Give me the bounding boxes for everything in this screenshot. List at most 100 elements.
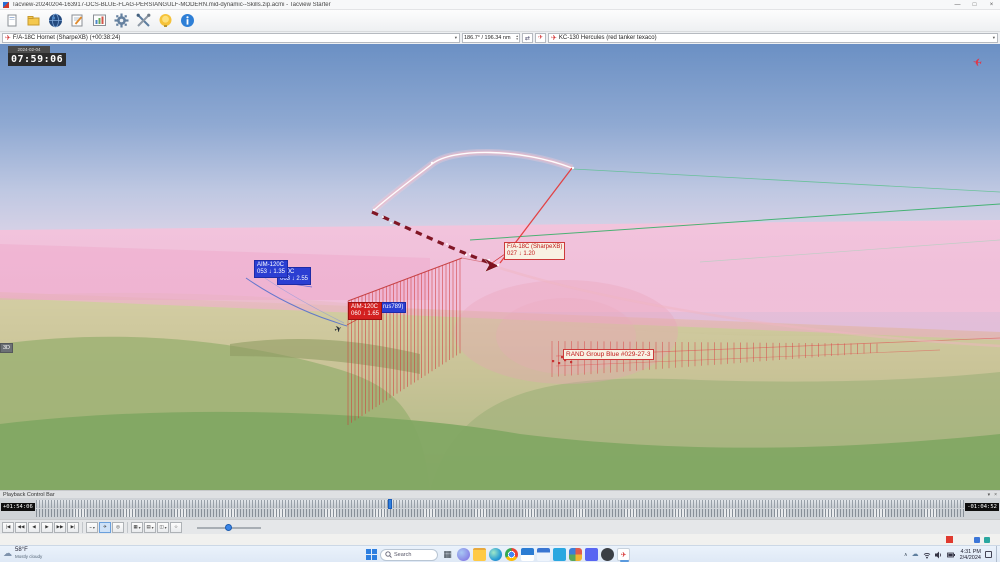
taskbar-search[interactable]: Search <box>380 548 438 561</box>
start-button[interactable] <box>366 549 377 560</box>
orbit-view-button[interactable]: ◎ <box>112 521 124 533</box>
missile-label-aim120-r[interactable]: AIM-120C 060 ↓ 1.65 <box>348 302 383 320</box>
primary-object-label: F/A-18C Hornet (SharpeXB) (+00:38:24) <box>12 35 121 41</box>
title-bar: Tacview-20240204-163917-DCS-BLUE-FLAG-PE… <box>0 0 1000 10</box>
open-file-icon[interactable] <box>25 12 42 29</box>
battery-icon[interactable] <box>946 551 956 559</box>
obs-icon[interactable] <box>601 548 614 561</box>
layers-dropdown[interactable]: ▤ ▾ <box>144 521 156 533</box>
world-view-icon[interactable] <box>47 12 64 29</box>
notification-icon[interactable] <box>984 537 990 543</box>
playback-bar-title[interactable]: Playback Control Bar ▾ × <box>0 490 1000 498</box>
about-info-icon[interactable] <box>179 12 196 29</box>
onedrive-icon[interactable]: ☁ <box>912 551 919 559</box>
tips-bulb-icon[interactable] <box>157 12 174 29</box>
tray-time: 4:31 PM <box>960 548 981 555</box>
fast-rewind-button[interactable]: ◀◀ <box>15 521 27 533</box>
timeline-track-lower[interactable] <box>36 509 964 517</box>
calendar-icon[interactable] <box>537 548 550 561</box>
slider-knob[interactable] <box>225 523 232 531</box>
swap-objects-button[interactable]: ⇄ <box>522 33 533 43</box>
ground-group-label[interactable]: RAND Group Blue #029-27-3 <box>563 349 654 360</box>
close-button[interactable]: × <box>983 0 1000 10</box>
tacview-icon[interactable]: ✈ <box>617 548 630 562</box>
jump-start-button[interactable]: |◀ <box>2 521 14 533</box>
photos-icon[interactable] <box>569 548 582 561</box>
new-file-icon[interactable] <box>3 12 20 29</box>
weather-temp: 58°F <box>15 547 28 553</box>
file-explorer-icon[interactable] <box>473 548 486 561</box>
3d-viewport[interactable]: ✈ ✈ 2024-02-04 07:59:06 3D 120C 063 ↓ 2.… <box>0 44 1000 490</box>
jump-end-button[interactable]: ▶| <box>67 521 79 533</box>
secondary-object-label: KC-130 Hercules (red tanker texaco) <box>558 35 657 41</box>
camera-mode-button[interactable]: ✈ <box>99 521 111 533</box>
tacview-window: Tacview-20240204-163917-DCS-BLUE-FLAG-PE… <box>0 0 1000 562</box>
chevron-down-icon: ▾ <box>454 35 457 40</box>
fast-forward-button[interactable]: ▶▶ <box>54 521 66 533</box>
playback-speed-slider[interactable] <box>197 522 261 533</box>
window-title: Tacview-20240204-163917-DCS-BLUE-FLAG-PE… <box>12 1 331 8</box>
telemetry-notes-icon[interactable] <box>69 12 86 29</box>
timeline-track-upper[interactable] <box>36 500 964 508</box>
sim-clock: 07:59:06 <box>8 53 67 66</box>
separator <box>127 521 128 533</box>
partial-object-label[interactable]: rus789) <box>380 302 407 313</box>
bearing-range-field[interactable]: 186.7° / 196.34 nm ▴ ▾ <box>462 33 520 43</box>
playback-bar-title-text: Playback Control Bar <box>3 491 55 498</box>
range-spinner[interactable]: ▴ ▾ <box>516 34 518 42</box>
timeline-scrubber[interactable] <box>388 499 392 509</box>
search-icon <box>385 551 392 558</box>
search-label: Search <box>394 551 412 558</box>
volume-icon[interactable] <box>934 551 943 559</box>
timeline[interactable]: +01:54:06 -01:04:52 <box>0 498 1000 519</box>
wifi-icon[interactable] <box>923 551 931 559</box>
copilot-icon[interactable] <box>457 548 470 561</box>
close-panel-icon[interactable]: × <box>994 492 997 498</box>
step-back-button[interactable]: ◀ <box>28 521 40 533</box>
settings-gear-icon[interactable] <box>113 12 130 29</box>
secondary-object-dropdown[interactable]: ✈ KC-130 Hercules (red tanker texaco) ▾ <box>548 33 998 43</box>
tray-clock[interactable]: 4:31 PM 2/4/2024 <box>960 549 981 561</box>
discord-icon[interactable] <box>585 548 598 561</box>
edge-icon[interactable] <box>489 548 502 561</box>
windows-taskbar: ☁ 58°F Mostly cloudy Search ▦ ✈ ∧ ☁ 4:31… <box>0 545 1000 562</box>
tray-date: 2/4/2024 <box>959 554 981 561</box>
chevron-down-icon: ▾ <box>992 35 995 40</box>
track-object-button[interactable]: ✈ <box>535 33 546 43</box>
cloud-icon: ☁ <box>3 548 12 558</box>
3d-scene[interactable]: ✈ ✈ <box>0 44 1000 490</box>
advanced-tools-icon[interactable] <box>135 12 152 29</box>
red-aircraft-icon: ✈ <box>5 34 11 42</box>
bearing-range-value: 186.7° / 196.34 nm <box>464 35 511 41</box>
view-mode-badge[interactable]: 3D <box>0 343 14 353</box>
store-icon[interactable] <box>553 548 566 561</box>
missile-label-aim120-b1[interactable]: AIM-120C 053 ↓ 1.35 <box>254 260 289 278</box>
remaining-time: -01:04:52 <box>965 503 999 511</box>
action-center-icon[interactable] <box>985 551 992 558</box>
smoothing-dropdown[interactable]: ~ ▾ <box>86 521 98 533</box>
selected-aircraft-label[interactable]: F/A-18C (SharpeXB) 027 ↓ 1.20 <box>504 242 566 260</box>
separator <box>82 521 83 533</box>
sim-date: 2024-02-04 <box>8 46 50 53</box>
windows-dropdown[interactable]: ◫ ▾ <box>157 521 169 533</box>
minimize-button[interactable]: — <box>949 0 966 10</box>
grid-options-dropdown[interactable]: ▦ ▾ <box>131 521 143 533</box>
tray-overflow-chevron[interactable]: ∧ <box>904 552 908 558</box>
status-strip <box>0 534 1000 545</box>
sam-dome <box>454 280 678 384</box>
show-desktop-button[interactable] <box>996 546 998 562</box>
charts-icon[interactable] <box>91 12 108 29</box>
weather-widget[interactable]: ☁ 58°F Mostly cloudy <box>3 547 42 559</box>
mail-icon[interactable] <box>521 548 534 561</box>
chrome-icon[interactable] <box>505 548 518 561</box>
primary-object-dropdown[interactable]: ✈ F/A-18C Hornet (SharpeXB) (+00:38:24) … <box>2 33 460 43</box>
compass-aircraft-icon: ✈ <box>972 55 983 69</box>
maximize-button[interactable]: □ <box>966 0 983 10</box>
recording-alert-icon[interactable] <box>946 536 953 543</box>
task-view-icon[interactable]: ▦ <box>441 548 454 561</box>
weather-condition: Mostly cloudy <box>15 554 43 559</box>
notification-icon[interactable] <box>974 537 980 543</box>
play-button[interactable]: ▶ <box>41 521 53 533</box>
favorites-button[interactable]: ☆ <box>170 521 182 533</box>
dock-panel-icon[interactable]: ▾ <box>988 492 991 498</box>
